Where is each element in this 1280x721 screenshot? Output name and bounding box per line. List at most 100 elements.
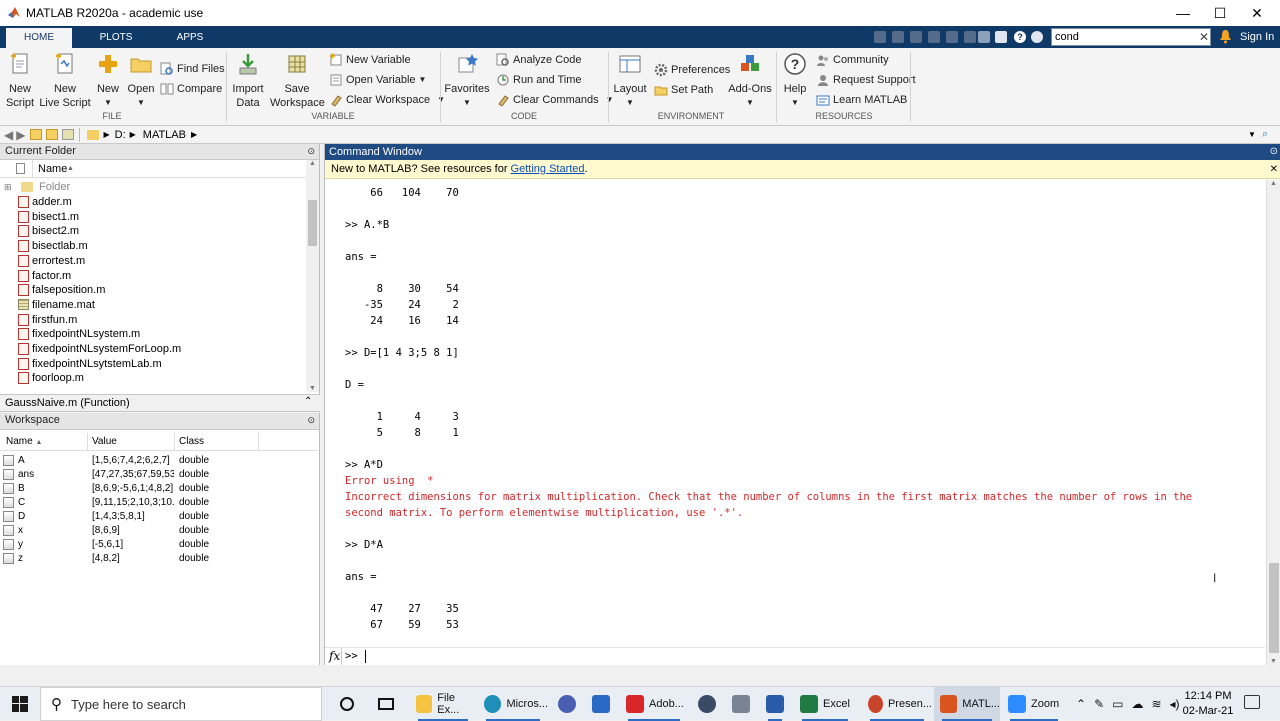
qa-switch-icon[interactable] [978, 31, 990, 43]
workspace-row[interactable]: B [8,6,9;-5,6,1;4,8,2] double [0, 482, 318, 496]
file-list-item[interactable]: filename.mat [18, 298, 95, 312]
qa-help-icon[interactable]: ? [1014, 31, 1026, 43]
find-files-button[interactable]: Find Files [160, 62, 225, 76]
clear-search-icon[interactable]: ✕ [1199, 29, 1211, 45]
clear-workspace-button[interactable]: Clear Workspace ▼ [329, 93, 445, 107]
qa-undo-icon[interactable] [946, 31, 958, 43]
open-variable-button[interactable]: Open Variable ▼ [329, 73, 426, 87]
ws-value-header[interactable]: Value [92, 433, 117, 451]
taskbar-word[interactable] [760, 687, 790, 721]
run-and-time-button[interactable]: Run and Time [496, 73, 581, 87]
clock[interactable]: 12:14 PM 02-Mar-21 [1180, 689, 1236, 719]
network-icon[interactable]: ≋ [1151, 697, 1161, 711]
taskbar-edge[interactable]: Micros... [478, 687, 548, 721]
learn-matlab-button[interactable]: Learn MATLAB [816, 93, 907, 107]
details-bar[interactable]: GaussNaive.m (Function) ⌃ [0, 394, 320, 412]
tab-home[interactable]: HOME [6, 28, 72, 48]
path-dropdown-icon[interactable]: ▼ [1248, 130, 1256, 139]
scrollbar[interactable]: ▲ ▼ [306, 160, 319, 392]
search-documentation-input[interactable]: cond [1051, 28, 1211, 46]
scroll-down-icon[interactable]: ▼ [1267, 658, 1280, 665]
pen-icon[interactable]: ✎ [1094, 697, 1104, 711]
workspace-row[interactable]: D [1,4,3;5,8,1] double [0, 510, 318, 524]
scroll-up-icon[interactable]: ▲ [1267, 180, 1280, 187]
workspace-row[interactable]: x [8,6,9] double [0, 524, 318, 538]
help-button[interactable]: ? Help ▼ [780, 52, 810, 110]
scroll-thumb[interactable] [1269, 563, 1279, 653]
task-view-button[interactable] [372, 687, 402, 721]
taskbar-adobe[interactable]: Adob... [620, 687, 688, 721]
import-data-button[interactable]: Import Data [230, 52, 266, 110]
workspace-row[interactable]: y [-5,6,1] double [0, 538, 318, 552]
getting-started-link[interactable]: Getting Started [511, 163, 585, 175]
close-notice-icon[interactable]: ✕ [1270, 160, 1278, 179]
add-ons-button[interactable]: Add-Ons ▼ [728, 52, 772, 110]
close-window-button[interactable]: ✕ [1234, 0, 1280, 26]
qa-window-icon[interactable] [995, 31, 1007, 43]
request-support-button[interactable]: Request Support [816, 73, 916, 87]
file-list-item[interactable]: fixedpointNLsystem.m [18, 327, 140, 341]
file-list-item[interactable]: fixedpointNLsystemForLoop.m [18, 342, 181, 356]
community-button[interactable]: Community [816, 53, 889, 67]
taskbar-matlab[interactable]: MATL... [934, 687, 1000, 721]
file-list-item[interactable]: bisect2.m [18, 224, 79, 238]
layout-button[interactable]: Layout ▼ [612, 52, 648, 110]
scroll-up-icon[interactable]: ▲ [306, 160, 319, 167]
new-script-button[interactable]: New Script [4, 52, 36, 110]
new-variable-button[interactable]: New Variable [329, 53, 411, 67]
search-folder-icon[interactable] [62, 129, 75, 140]
open-menu-button[interactable]: Open ▼ [126, 52, 156, 110]
taskbar-record[interactable] [692, 687, 722, 721]
path-search-icon[interactable]: ⌕ [1262, 128, 1268, 141]
collapse-icon[interactable]: ⌃ [304, 396, 312, 407]
workspace-row[interactable]: A [1,5,6;7,4,2;6,2,7] double [0, 454, 318, 468]
scroll-thumb[interactable] [308, 200, 317, 246]
column-header-name[interactable]: Name ▲ [0, 160, 306, 178]
qa-save-icon[interactable] [874, 31, 886, 43]
function-browser-icon[interactable]: fx [329, 649, 340, 663]
notification-bell-icon[interactable] [1219, 29, 1232, 44]
preferences-button[interactable]: Preferences [654, 63, 730, 77]
taskbar-calculator[interactable] [586, 687, 616, 721]
file-list-item[interactable]: firstfun.m [18, 313, 77, 327]
path-drive[interactable]: D: [115, 129, 126, 141]
file-list-item[interactable]: errortest.m [18, 254, 85, 268]
taskbar-powerpoint[interactable]: Presen... [862, 687, 932, 721]
taskbar-tool[interactable] [726, 687, 756, 721]
tab-plots[interactable]: PLOTS [86, 28, 146, 48]
back-arrow-icon[interactable]: ◀ [4, 128, 13, 142]
qa-cut-icon[interactable] [892, 31, 904, 43]
cloud-icon[interactable]: ☁ [1131, 697, 1143, 711]
up-folder-icon[interactable] [30, 129, 43, 140]
qa-paste-icon[interactable] [928, 31, 940, 43]
sign-in-link[interactable]: Sign In [1240, 28, 1274, 46]
workspace-row[interactable]: ans [47,27,35;67,59,53] double [0, 468, 318, 482]
notification-center-icon[interactable] [1244, 695, 1260, 709]
new-live-script-button[interactable]: New Live Script [38, 52, 92, 110]
compare-button[interactable]: Compare [160, 82, 222, 96]
system-tray[interactable]: ⌃ ✎ ▭ ☁ ≋ ◂) [1070, 687, 1180, 721]
file-list-item[interactable]: bisectlab.m [18, 239, 88, 253]
taskbar-file-explorer[interactable]: File Ex... [410, 687, 476, 721]
folder-item[interactable]: ⊞ Folder [4, 180, 70, 194]
file-list-item[interactable]: adder.m [18, 195, 72, 209]
ws-class-header[interactable]: Class [179, 433, 204, 451]
taskbar-excel[interactable]: Excel [794, 687, 856, 721]
analyze-code-button[interactable]: Analyze Code [496, 53, 582, 67]
set-path-button[interactable]: Set Path [654, 83, 713, 97]
file-list-item[interactable]: factor.m [18, 269, 71, 283]
ws-name-header[interactable]: Name ▲ [6, 433, 42, 452]
command-window-scrollbar[interactable]: ▲ ▼ [1266, 180, 1280, 665]
favorites-button[interactable]: Favorites ▼ [444, 52, 490, 110]
file-list-item[interactable]: foorloop.m [18, 371, 84, 385]
start-button[interactable] [0, 687, 40, 721]
forward-arrow-icon[interactable]: ▶ [16, 128, 25, 142]
cortana-button[interactable] [334, 687, 360, 721]
volume-icon[interactable]: ◂) [1170, 697, 1180, 711]
file-list-item[interactable]: bisect1.m [18, 210, 79, 224]
qa-redo-icon[interactable] [964, 31, 976, 43]
file-list-item[interactable]: fixedpointNLsytstemLab.m [18, 357, 162, 371]
workspace-row[interactable]: z [4,8,2] double [0, 552, 318, 566]
taskbar-app-s[interactable] [552, 687, 582, 721]
qa-minimize-toolstrip-icon[interactable] [1031, 31, 1043, 43]
